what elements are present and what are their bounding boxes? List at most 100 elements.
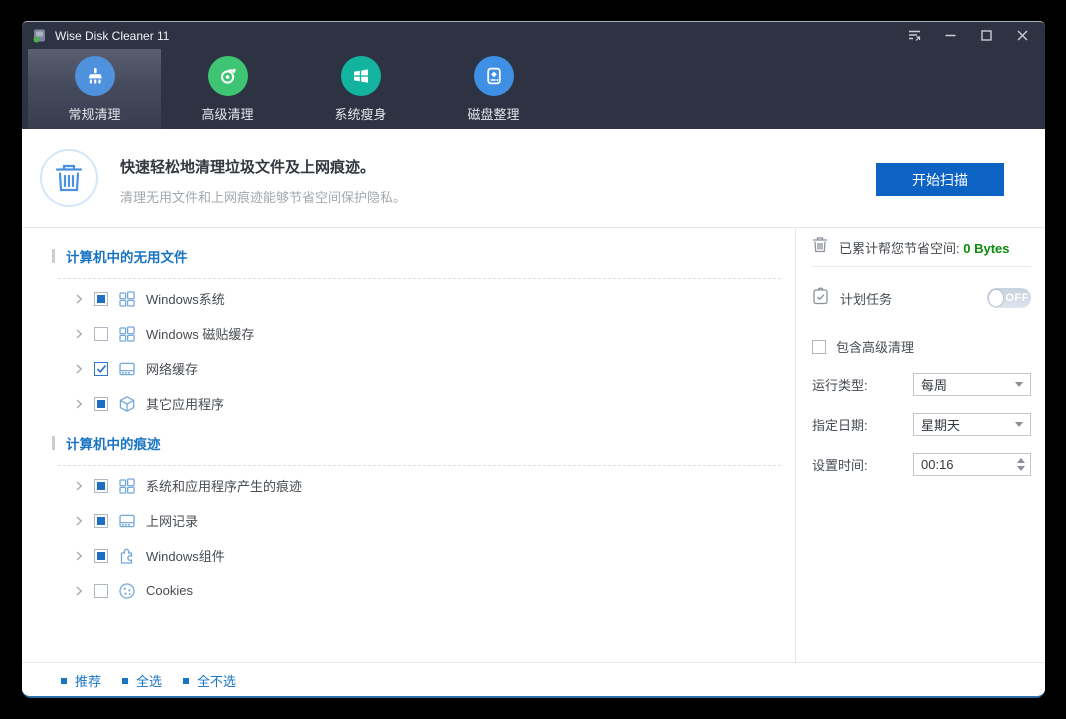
tree-row-other-apps[interactable]: 其它应用程序 — [52, 386, 781, 421]
disk-icon — [473, 55, 514, 96]
tree-label: Windows系统 — [146, 292, 225, 307]
chevron-right-icon[interactable] — [74, 550, 84, 561]
minimize-icon[interactable] — [937, 25, 963, 47]
schedule-row: 计划任务 OFF — [812, 283, 1031, 313]
chevron-right-icon[interactable] — [74, 515, 84, 526]
checkbox-partial[interactable] — [94, 513, 108, 528]
clipboard-check-icon — [812, 287, 829, 310]
bullet-icon — [61, 677, 67, 684]
chevron-right-icon[interactable] — [74, 328, 84, 339]
trash-small-icon — [812, 236, 828, 258]
browser-icon — [118, 512, 136, 530]
hero-header: 快速轻松地清理垃圾文件及上网痕迹。 清理无用文件和上网痕迹能够节省空间保护隐私。… — [22, 129, 1045, 228]
tab-advanced-clean[interactable]: 高级清理 — [161, 49, 294, 129]
dashed-divider — [58, 465, 781, 466]
spin-up-icon[interactable] — [1017, 458, 1025, 463]
schedule-panel: 已累计帮您节省空间: 0 Bytes 计划任务 OFF 包含高级清理 运行类型:… — [796, 228, 1045, 662]
day-select-row: 指定日期: 星期天 — [812, 413, 1031, 436]
tab-label: 系统瘦身 — [334, 106, 387, 122]
spinner-buttons — [1017, 458, 1028, 471]
dial-icon — [207, 55, 248, 96]
time-set-row: 设置时间: 00:16 — [812, 453, 1031, 476]
toggle-state-label: OFF — [1005, 292, 1029, 304]
schedule-toggle[interactable]: OFF — [987, 288, 1031, 308]
tab-normal-clean[interactable]: 常规清理 — [28, 49, 161, 129]
chevron-right-icon[interactable] — [74, 363, 84, 374]
trash-hero-icon — [40, 149, 98, 207]
close-icon[interactable] — [1009, 25, 1035, 47]
tree-row-browsing-history[interactable]: 上网记录 — [52, 503, 781, 538]
tree-row-windows-system[interactable]: Windows系统 — [52, 281, 781, 316]
title-bar: Wise Disk Cleaner 11 — [22, 22, 1045, 49]
savings-label: 已累计帮您节省空间: — [839, 240, 960, 256]
bullet-icon — [122, 677, 129, 684]
footer-bar: 推荐 全选 全不选 — [22, 662, 1045, 696]
tab-disk-defrag[interactable]: 磁盘整理 — [427, 49, 560, 129]
section-bar — [52, 436, 55, 450]
chevron-down-icon — [1015, 382, 1023, 387]
nav-tabs: 常规清理 高级清理 系统瘦身 磁盘整理 — [22, 49, 1045, 129]
brush-icon — [74, 55, 115, 96]
schedule-label: 计划任务 — [840, 291, 893, 307]
include-advanced-row: 包含高级清理 — [812, 337, 1031, 356]
cube-icon — [118, 395, 136, 413]
cleanup-tree: 计算机中的无用文件 Windows系统 Windows 磁贴缓存 网络缓存 其它… — [22, 228, 796, 662]
app-window: Wise Disk Cleaner 11 常规清理 高级清理 系统瘦身 磁盘整理… — [22, 21, 1045, 698]
maximize-icon[interactable] — [973, 25, 999, 47]
tree-row-network-cache[interactable]: 网络缓存 — [52, 351, 781, 386]
tree-label: Windows 磁贴缓存 — [146, 327, 255, 342]
tree-row-system-app-traces[interactable]: 系统和应用程序产生的痕迹 — [52, 468, 781, 503]
chevron-right-icon[interactable] — [74, 293, 84, 304]
windows-grid-icon — [118, 477, 136, 495]
tree-row-cookies[interactable]: Cookies — [52, 573, 781, 608]
recommend-label: 推荐 — [75, 674, 102, 689]
checkbox-partial[interactable] — [94, 548, 108, 563]
checkbox-partial[interactable] — [94, 291, 108, 306]
select-all-link[interactable]: 全选 — [122, 671, 162, 690]
run-type-value: 每周 — [921, 378, 948, 393]
tree-label: 网络缓存 — [146, 362, 199, 377]
time-set-label: 设置时间: — [812, 458, 868, 473]
section-title: 计算机中的痕迹 — [66, 437, 161, 452]
select-none-link[interactable]: 全不选 — [183, 671, 236, 690]
checkbox-partial[interactable] — [94, 396, 108, 411]
section-title: 计算机中的无用文件 — [66, 250, 188, 265]
run-type-label: 运行类型: — [812, 378, 868, 393]
tab-label: 常规清理 — [68, 106, 121, 122]
window-controls — [901, 25, 1035, 47]
dashed-divider — [58, 278, 781, 279]
day-select[interactable]: 星期天 — [913, 413, 1031, 436]
chevron-down-icon — [1015, 422, 1023, 427]
checkbox-unchecked[interactable] — [812, 339, 826, 354]
tree-row-windows-tile-cache[interactable]: Windows 磁贴缓存 — [52, 316, 781, 351]
chevron-right-icon[interactable] — [74, 398, 84, 409]
tree-label: 上网记录 — [146, 514, 199, 529]
tab-system-slim[interactable]: 系统瘦身 — [294, 49, 427, 129]
savings-value: 0 Bytes — [963, 240, 1010, 256]
select-none-label: 全不选 — [197, 674, 237, 689]
recommend-link[interactable]: 推荐 — [61, 671, 101, 690]
checkbox-checked[interactable] — [94, 361, 108, 376]
spin-down-icon[interactable] — [1017, 466, 1025, 471]
day-select-label: 指定日期: — [812, 418, 868, 433]
puzzle-icon — [118, 547, 136, 565]
tree-label: 系统和应用程序产生的痕迹 — [146, 479, 303, 494]
start-scan-button[interactable]: 开始扫描 — [876, 163, 1004, 196]
tree-row-windows-components[interactable]: Windows组件 — [52, 538, 781, 573]
checkbox-partial[interactable] — [94, 478, 108, 493]
time-value: 00:16 — [921, 457, 954, 472]
run-type-select[interactable]: 每周 — [913, 373, 1031, 396]
chevron-right-icon[interactable] — [74, 585, 84, 596]
menu-icon[interactable] — [901, 25, 927, 47]
include-advanced-label: 包含高级清理 — [836, 340, 915, 355]
main-content: 计算机中的无用文件 Windows系统 Windows 磁贴缓存 网络缓存 其它… — [22, 228, 1045, 662]
windows-grid-icon — [118, 290, 136, 308]
time-spinner[interactable]: 00:16 — [913, 453, 1031, 476]
chevron-right-icon[interactable] — [74, 480, 84, 491]
savings-text: 已累计帮您节省空间: 0 Bytes — [839, 238, 1010, 257]
tab-label: 磁盘整理 — [467, 106, 520, 122]
checkbox-unchecked[interactable] — [94, 326, 108, 341]
section-traces: 计算机中的痕迹 — [52, 435, 781, 452]
checkbox-unchecked[interactable] — [94, 583, 108, 598]
tree-label: 其它应用程序 — [146, 397, 225, 412]
